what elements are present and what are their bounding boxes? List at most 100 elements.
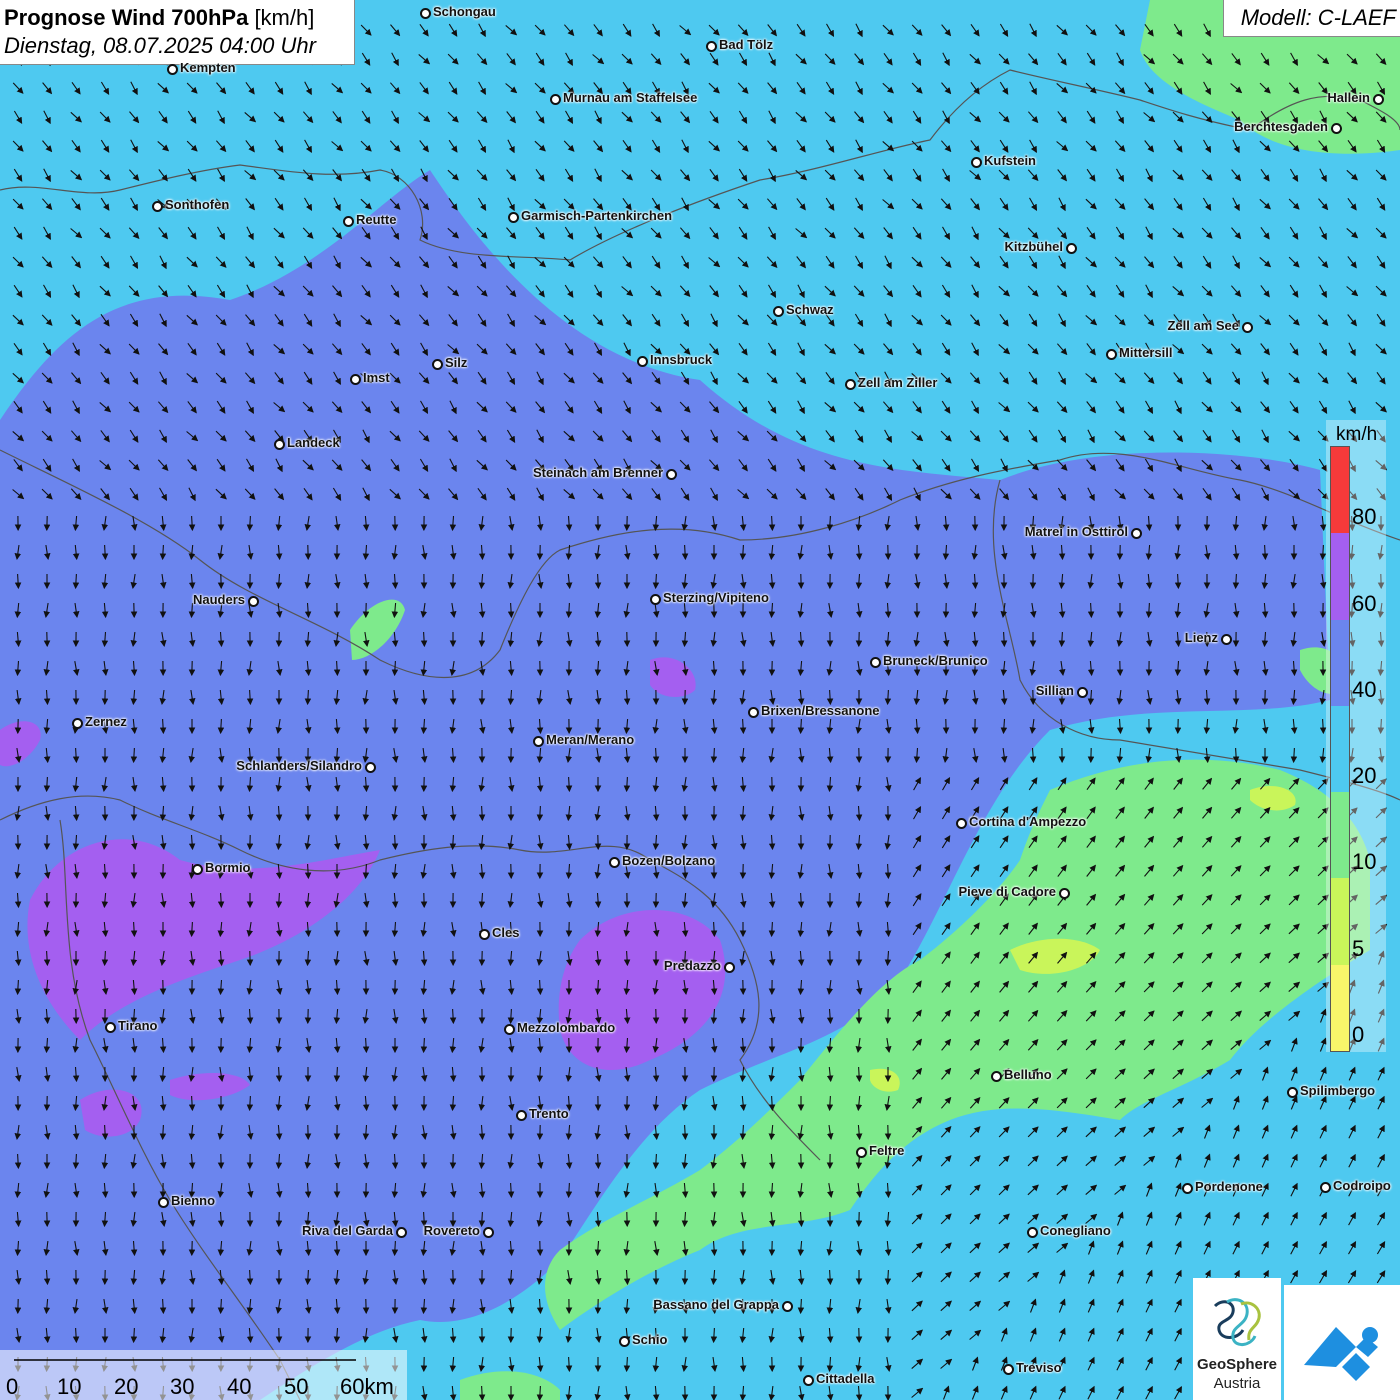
city-label: Steinach am Brenner bbox=[532, 465, 663, 480]
city-dot bbox=[748, 707, 759, 718]
city-dot bbox=[1221, 634, 1232, 645]
city-dot bbox=[619, 1336, 630, 1347]
city-label: Hallein bbox=[1327, 90, 1370, 105]
scale-label: 0 bbox=[6, 1374, 19, 1399]
city-label: Pordenone bbox=[1195, 1179, 1263, 1194]
city-dot bbox=[483, 1227, 494, 1238]
city-dot bbox=[803, 1375, 814, 1386]
city-label: Bienno bbox=[171, 1193, 216, 1208]
model-label: Modell: C-LAEF bbox=[1240, 5, 1396, 30]
city-label: Bormio bbox=[205, 860, 251, 875]
scale-label: 20 bbox=[114, 1374, 139, 1399]
city-dot bbox=[706, 41, 717, 52]
city-label: Meran/Merano bbox=[546, 732, 635, 747]
city-dot bbox=[105, 1022, 116, 1033]
city-dot bbox=[533, 736, 544, 747]
geosphere-country: Austria bbox=[1213, 1375, 1261, 1392]
scale-label: 10 bbox=[57, 1374, 82, 1399]
city-dot bbox=[1320, 1182, 1331, 1193]
city-dot bbox=[971, 157, 982, 168]
legend-segment bbox=[1331, 533, 1349, 621]
scale-label: 50 bbox=[284, 1374, 309, 1399]
city-label: Innsbruck bbox=[650, 352, 713, 367]
city-dot bbox=[1182, 1183, 1193, 1194]
city-label: Matrei in Osttirol bbox=[1024, 524, 1128, 539]
city-label: Silz bbox=[445, 355, 468, 370]
city-dot bbox=[274, 439, 285, 450]
city-dot bbox=[1027, 1227, 1038, 1238]
map-title: Prognose Wind 700hPa [km/h] bbox=[4, 5, 314, 31]
city-label: Pieve di Cadore bbox=[958, 884, 1056, 899]
city-label: Landeck bbox=[287, 435, 340, 450]
city-label: Belluno bbox=[1004, 1067, 1052, 1082]
city-dot bbox=[1059, 888, 1070, 899]
city-label: Garmisch-Partenkirchen bbox=[521, 208, 673, 223]
title-box: Prognose Wind 700hPa [km/h] Dienstag, 08… bbox=[0, 0, 355, 65]
mountain-cloud-icon bbox=[1304, 1327, 1378, 1381]
city-dot bbox=[666, 469, 677, 480]
legend-label: 5 bbox=[1352, 935, 1365, 961]
city-label: Mittersill bbox=[1119, 345, 1173, 360]
city-dot bbox=[870, 657, 881, 668]
city-dot bbox=[991, 1071, 1002, 1082]
legend-segment bbox=[1331, 964, 1349, 1052]
city-dot bbox=[396, 1227, 407, 1238]
city-dot bbox=[956, 818, 967, 829]
city-dot bbox=[1077, 687, 1088, 698]
legend-label: 80 bbox=[1352, 504, 1377, 530]
city-label: Codroipo bbox=[1333, 1178, 1391, 1193]
scale-label: 40 bbox=[227, 1374, 252, 1399]
city-dot bbox=[192, 864, 203, 875]
city-label: Treviso bbox=[1016, 1360, 1062, 1375]
city-label: Reutte bbox=[356, 212, 397, 227]
city-dot bbox=[432, 359, 443, 370]
legend-label: 60 bbox=[1352, 590, 1377, 616]
city-dot bbox=[152, 201, 163, 212]
city-dot bbox=[782, 1301, 793, 1312]
city-label: Schwaz bbox=[786, 302, 834, 317]
legend-label: 10 bbox=[1352, 849, 1377, 875]
title-bold: Prognose Wind 700hPa bbox=[4, 5, 249, 30]
city-label: Cortina d'Ampezzo bbox=[969, 814, 1087, 829]
city-dot bbox=[343, 216, 354, 227]
partner-logo[interactable] bbox=[1284, 1285, 1400, 1400]
city-label: Sterzing/Vipiteno bbox=[663, 590, 769, 605]
city-dot bbox=[72, 718, 83, 729]
city-dot bbox=[1242, 322, 1253, 333]
city-dot bbox=[1331, 123, 1342, 134]
city-label: Schlanders/Silandro bbox=[236, 758, 362, 773]
city-dot bbox=[1066, 243, 1077, 254]
city-dot bbox=[508, 212, 519, 223]
city-label: Conegliano bbox=[1040, 1223, 1111, 1238]
geosphere-logo[interactable]: GeoSphere Austria bbox=[1193, 1278, 1281, 1400]
city-dot bbox=[1131, 528, 1142, 539]
geosphere-mark-icon bbox=[1213, 1298, 1261, 1346]
city-label: Mezzolombardo bbox=[517, 1020, 616, 1035]
city-dot bbox=[609, 857, 620, 868]
city-label: Rovereto bbox=[423, 1223, 480, 1238]
city-dot bbox=[365, 762, 376, 773]
forecast-datetime: Dienstag, 08.07.2025 04:00 Uhr bbox=[4, 33, 316, 58]
legend-label: 20 bbox=[1352, 763, 1377, 789]
city-label: Berchtesgaden bbox=[1234, 119, 1328, 134]
legend-segment bbox=[1331, 447, 1349, 534]
city-label: Kempten bbox=[180, 60, 236, 75]
legend-unit: km/h bbox=[1336, 424, 1378, 445]
city-dot bbox=[845, 379, 856, 390]
city-dot bbox=[1003, 1364, 1014, 1375]
city-dot bbox=[350, 374, 361, 385]
city-label: Trento bbox=[529, 1106, 569, 1121]
city-dot bbox=[550, 94, 561, 105]
city-dot bbox=[637, 356, 648, 367]
city-label: Bruneck/Brunico bbox=[883, 653, 988, 668]
city-label: Cles bbox=[492, 925, 520, 940]
legend-label: 0 bbox=[1352, 1022, 1365, 1047]
legend-segment bbox=[1331, 619, 1349, 707]
scale-label: 30 bbox=[170, 1374, 195, 1399]
city-dot bbox=[158, 1197, 169, 1208]
city-dot bbox=[650, 594, 661, 605]
city-dot bbox=[248, 596, 259, 607]
city-label: Kufstein bbox=[984, 153, 1036, 168]
legend-segment bbox=[1331, 792, 1349, 879]
legend-color-bar bbox=[1330, 446, 1350, 1052]
